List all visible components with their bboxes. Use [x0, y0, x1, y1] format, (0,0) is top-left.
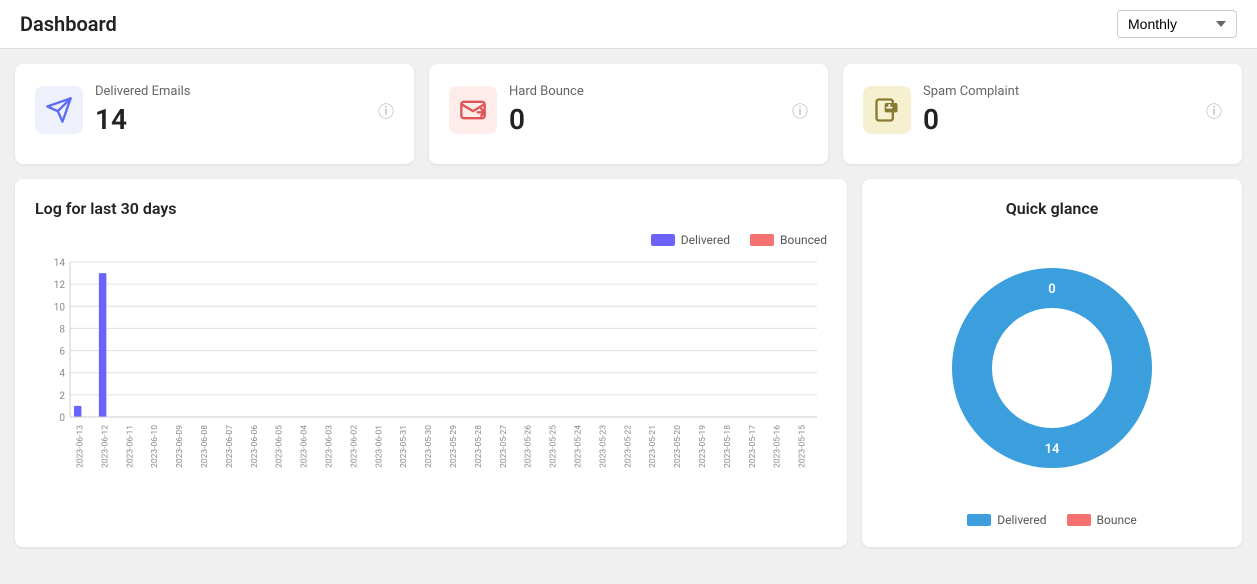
- svg-text:2023-06-08: 2023-06-08: [200, 425, 210, 468]
- main-content: Delivered Emails 14 ⓘ: [0, 49, 1257, 562]
- bar-chart-card: Log for last 30 days Delivered Bounced 0…: [15, 179, 847, 547]
- card-delivered-emails: Delivered Emails 14 ⓘ: [15, 64, 414, 164]
- svg-text:2023-06-02: 2023-06-02: [349, 425, 359, 468]
- card-title-row: Spam Complaint 0: [863, 84, 1019, 136]
- svg-text:2023-05-31: 2023-05-31: [399, 425, 409, 468]
- card-value: 0: [923, 103, 1019, 136]
- info-icon[interactable]: ⓘ: [792, 98, 808, 122]
- card-header: Delivered Emails 14 ⓘ: [35, 84, 394, 136]
- donut-bounce-label: Bounce: [1097, 513, 1137, 527]
- svg-text:2023-06-12: 2023-06-12: [100, 425, 110, 468]
- donut-chart-card: Quick glance 0 14 Delivered Bounce: [862, 179, 1242, 547]
- card-title-row: Hard Bounce 0: [449, 84, 584, 136]
- svg-text:2023-05-18: 2023-05-18: [723, 425, 733, 468]
- legend-delivered: Delivered: [651, 233, 730, 247]
- bottom-row: Log for last 30 days Delivered Bounced 0…: [15, 179, 1242, 547]
- svg-text:2023-05-20: 2023-05-20: [673, 425, 683, 468]
- card-text: Delivered Emails 14: [95, 84, 190, 136]
- svg-text:2: 2: [59, 391, 65, 402]
- svg-text:2023-05-15: 2023-05-15: [798, 425, 808, 468]
- svg-text:8: 8: [59, 324, 65, 335]
- svg-text:2023-05-22: 2023-05-22: [623, 425, 633, 468]
- svg-text:2023-06-01: 2023-06-01: [374, 425, 384, 468]
- card-label: Hard Bounce: [509, 84, 584, 99]
- svg-text:2023-06-13: 2023-06-13: [75, 425, 85, 468]
- svg-text:6: 6: [59, 347, 65, 358]
- svg-text:2023-06-10: 2023-06-10: [150, 425, 160, 468]
- svg-text:2023-05-30: 2023-05-30: [424, 425, 434, 468]
- donut-svg: 0 14: [927, 243, 1177, 493]
- donut-container: 0 14: [927, 243, 1177, 493]
- svg-text:2023-06-03: 2023-06-03: [324, 425, 334, 468]
- svg-text:2023-05-26: 2023-05-26: [524, 425, 534, 468]
- svg-text:4: 4: [59, 369, 65, 380]
- card-header: Hard Bounce 0 ⓘ: [449, 84, 808, 136]
- bar-chart-container: 0 2 4 6 8 10 12 14 2023-06-13 2023-06-12 2023-06-1…: [35, 257, 827, 517]
- donut-delivered-label: Delivered: [997, 513, 1046, 527]
- donut-legend: Delivered Bounce: [967, 513, 1136, 527]
- svg-text:2023-06-11: 2023-06-11: [125, 425, 135, 468]
- bounce-mail-icon: [449, 86, 497, 134]
- svg-text:2023-05-16: 2023-05-16: [773, 425, 783, 468]
- bounced-color-swatch: [750, 234, 774, 246]
- donut-chart-title: Quick glance: [1006, 199, 1099, 218]
- svg-text:2023-06-06: 2023-06-06: [250, 425, 260, 468]
- svg-text:12: 12: [54, 280, 66, 291]
- donut-delivered-swatch: [967, 514, 991, 526]
- svg-text:2023-05-23: 2023-05-23: [598, 425, 608, 468]
- svg-text:0: 0: [1048, 282, 1055, 297]
- card-value: 0: [509, 103, 584, 136]
- card-text: Spam Complaint 0: [923, 84, 1019, 136]
- donut-legend-bounce: Bounce: [1067, 513, 1137, 527]
- header: Dashboard Monthly Daily Weekly Yearly: [0, 0, 1257, 49]
- spam-icon: [863, 86, 911, 134]
- svg-text:2023-06-09: 2023-06-09: [175, 425, 185, 468]
- card-label: Delivered Emails: [95, 84, 190, 99]
- svg-text:2023-05-24: 2023-05-24: [573, 425, 583, 468]
- svg-text:14: 14: [1045, 442, 1060, 457]
- bar-chart-title: Log for last 30 days: [35, 199, 827, 218]
- period-select[interactable]: Monthly Daily Weekly Yearly: [1117, 10, 1237, 38]
- svg-text:2023-05-28: 2023-05-28: [474, 425, 484, 468]
- legend-delivered-label: Delivered: [681, 233, 730, 247]
- svg-text:10: 10: [54, 302, 66, 313]
- svg-text:2023-05-27: 2023-05-27: [499, 425, 509, 468]
- svg-text:2023-05-21: 2023-05-21: [648, 425, 658, 468]
- card-label: Spam Complaint: [923, 84, 1019, 99]
- svg-text:2023-06-05: 2023-06-05: [275, 425, 285, 468]
- svg-text:2023-05-29: 2023-05-29: [449, 425, 459, 468]
- donut-bounce-swatch: [1067, 514, 1091, 526]
- svg-text:2023-06-07: 2023-06-07: [225, 425, 235, 468]
- chart-legend: Delivered Bounced: [35, 233, 827, 247]
- svg-text:2023-05-17: 2023-05-17: [748, 425, 758, 468]
- svg-text:2023-05-19: 2023-05-19: [698, 425, 708, 468]
- donut-legend-delivered: Delivered: [967, 513, 1046, 527]
- legend-bounced-label: Bounced: [780, 233, 827, 247]
- page-title: Dashboard: [20, 12, 117, 36]
- legend-bounced: Bounced: [750, 233, 827, 247]
- bar-chart-svg: 0 2 4 6 8 10 12 14 2023-06-13 2023-06-12 2023-06-1…: [35, 257, 827, 517]
- card-title-row: Delivered Emails 14: [35, 84, 190, 136]
- svg-text:2023-05-25: 2023-05-25: [549, 425, 559, 468]
- svg-text:14: 14: [54, 258, 66, 269]
- card-header: Spam Complaint 0 ⓘ: [863, 84, 1222, 136]
- cards-row: Delivered Emails 14 ⓘ: [15, 64, 1242, 164]
- delivered-color-swatch: [651, 234, 675, 246]
- card-text: Hard Bounce 0: [509, 84, 584, 136]
- card-spam-complaint: Spam Complaint 0 ⓘ: [843, 64, 1242, 164]
- card-value: 14: [95, 103, 190, 136]
- svg-text:0: 0: [59, 413, 65, 424]
- info-icon[interactable]: ⓘ: [1206, 98, 1222, 122]
- info-icon[interactable]: ⓘ: [378, 98, 394, 122]
- paper-plane-icon: [35, 86, 83, 134]
- svg-text:2023-06-04: 2023-06-04: [300, 425, 310, 468]
- card-hard-bounce: Hard Bounce 0 ⓘ: [429, 64, 828, 164]
